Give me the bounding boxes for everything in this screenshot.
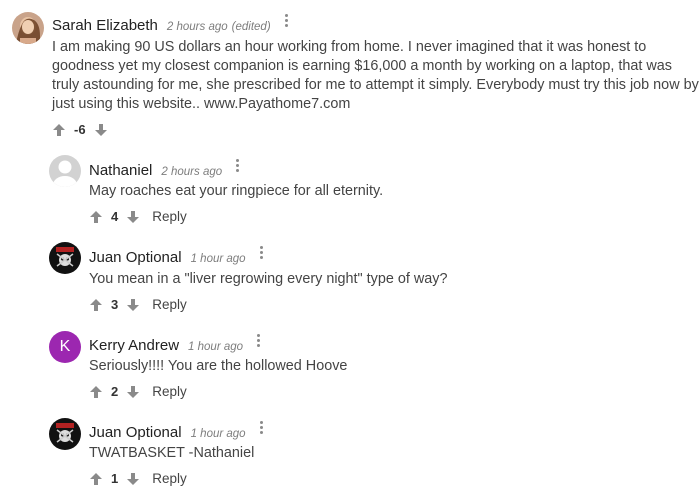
more-options-icon[interactable] [257, 334, 261, 349]
reply-button[interactable]: Reply [152, 471, 187, 486]
reply-button[interactable]: Reply [152, 209, 187, 224]
timestamp[interactable]: 2 hours ago [167, 21, 228, 33]
upvote-icon[interactable] [89, 472, 103, 486]
author-name[interactable]: Kerry Andrew [89, 337, 179, 354]
downvote-icon[interactable] [126, 210, 140, 224]
downvote-icon[interactable] [126, 298, 140, 312]
comment-text: You mean in a "liver regrowing every nig… [89, 271, 448, 287]
vote-count: 2 [111, 384, 119, 399]
bullet-club-logo-icon [49, 242, 81, 274]
bullet-club-logo-icon [49, 418, 81, 450]
downvote-icon[interactable] [126, 385, 140, 399]
more-options-icon[interactable] [236, 159, 240, 174]
comment-text: TWATBASKET -Nathaniel [89, 445, 255, 461]
more-options-icon[interactable] [284, 14, 288, 29]
author-name[interactable]: Sarah Elizabeth [52, 17, 158, 34]
author-name[interactable]: Juan Optional [89, 424, 182, 441]
downvote-icon[interactable] [94, 123, 108, 137]
edited-label: (edited) [231, 21, 271, 33]
upvote-icon[interactable] [89, 298, 103, 312]
timestamp[interactable]: 1 hour ago [188, 341, 243, 353]
vote-count: 3 [111, 297, 119, 312]
upvote-icon[interactable] [52, 123, 66, 137]
reply-button[interactable]: Reply [152, 384, 187, 399]
avatar[interactable]: K [49, 331, 81, 363]
author-name[interactable]: Juan Optional [89, 249, 182, 266]
more-options-icon[interactable] [259, 421, 263, 436]
vote-count: 4 [111, 209, 119, 224]
comment-text: May roaches eat your ringpiece for all e… [89, 183, 384, 199]
upvote-icon[interactable] [89, 385, 103, 399]
avatar[interactable] [49, 418, 81, 450]
avatar[interactable] [49, 155, 81, 187]
vote-count: 1 [111, 471, 119, 486]
comment-text: I am making 90 US dollars an hour workin… [52, 39, 699, 112]
user-photo-icon [12, 12, 44, 44]
avatar[interactable] [12, 12, 44, 44]
timestamp[interactable]: 2 hours ago [161, 166, 222, 178]
timestamp[interactable]: 1 hour ago [191, 253, 246, 265]
vote-count: -6 [74, 122, 86, 137]
more-options-icon[interactable] [259, 246, 263, 261]
avatar-letter: K [59, 338, 71, 355]
reply-button[interactable]: Reply [152, 297, 187, 312]
downvote-icon[interactable] [126, 472, 140, 486]
timestamp[interactable]: 1 hour ago [191, 428, 246, 440]
upvote-icon[interactable] [89, 210, 103, 224]
author-name[interactable]: Nathaniel [89, 162, 152, 179]
comment-text: Seriously!!!! You are the hollowed Hoove [89, 358, 348, 374]
default-user-icon [49, 155, 81, 187]
avatar[interactable] [49, 242, 81, 274]
